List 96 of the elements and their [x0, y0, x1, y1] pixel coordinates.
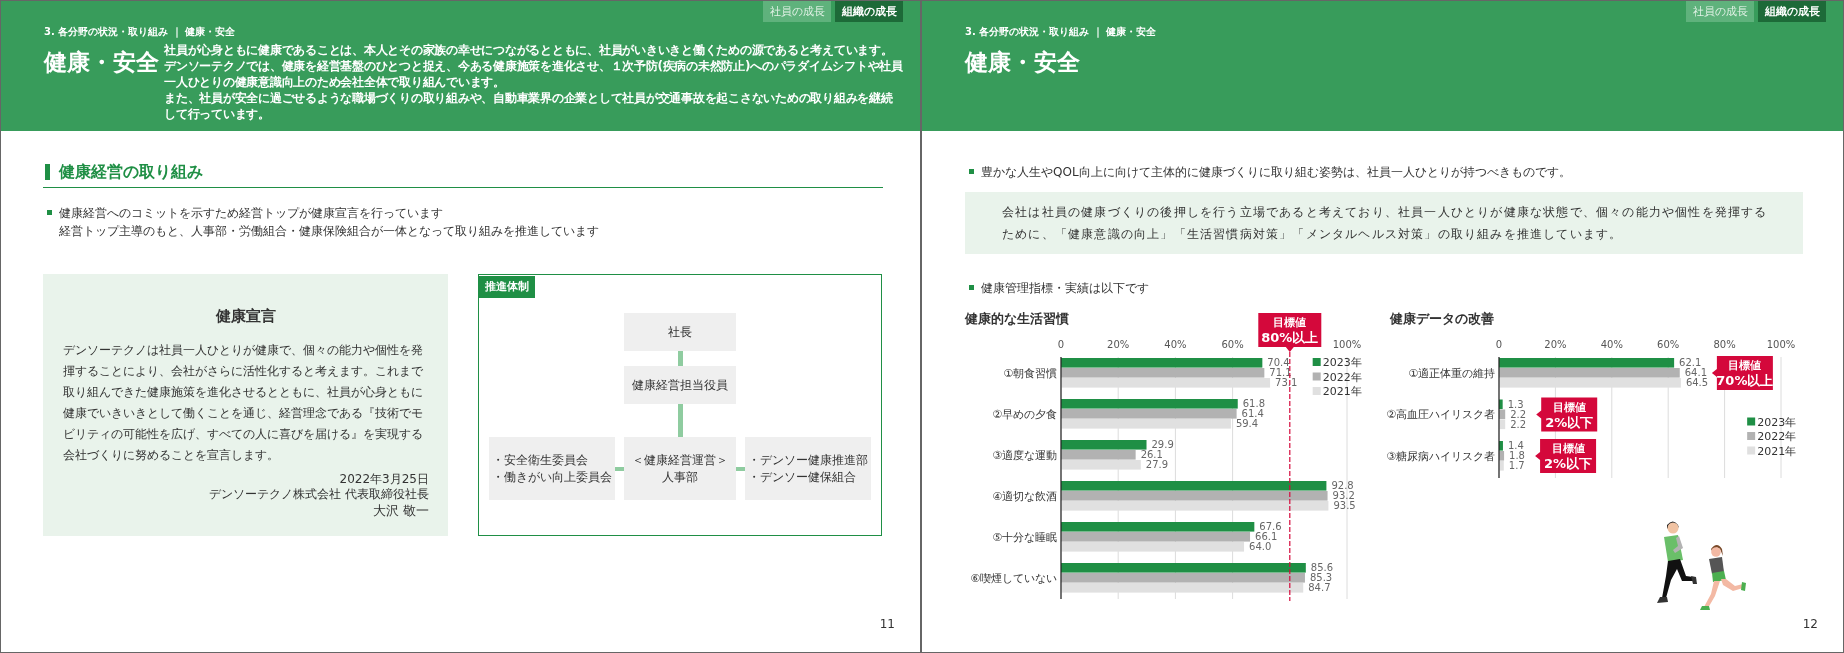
value-label: 66.1 — [1255, 531, 1278, 542]
value-label: 71.1 — [1269, 367, 1292, 378]
value-label: 64.0 — [1249, 541, 1272, 552]
category-label: ③適度な運動 — [992, 448, 1057, 462]
org-node: ・デンソー健康推進部 ・デンソー健保組合 — [745, 437, 871, 500]
org-node: 健康経営担当役員 — [624, 366, 736, 404]
value-label: 27.9 — [1145, 459, 1169, 470]
legend-label: 2022年 — [1322, 370, 1362, 384]
tick-label: 20% — [1544, 339, 1567, 350]
callout-text: 会社は社員の健康づくりの後押しを行う立場であると考えており、社員一人ひとりが健康な状態で、個々の能力や個性を発揮するために、「健康意識の向上」「生活習慣病対策」「メンタルヘルス対策」の取り組みを推進しています。 — [965, 192, 1803, 254]
panel-label: 推進体制 — [479, 276, 535, 298]
tick-label: 40% — [1600, 339, 1623, 350]
tick-label: 100% — [1766, 339, 1796, 350]
org-node: ＜健康経営運営＞ 人事部 — [624, 437, 736, 500]
chart-title: 健康データの改善 — [1390, 311, 1494, 326]
nav-tab[interactable]: 組織の成長 — [835, 1, 903, 22]
value-label: 67.6 — [1259, 521, 1282, 532]
bullet-text: 健康管理指標・実績は以下です — [981, 280, 1149, 297]
callout-box — [1258, 313, 1322, 352]
category-label: ③糖尿病ハイリスク者 — [1386, 449, 1495, 463]
value-label: 70.4 — [1267, 357, 1290, 368]
org-node: ・安全衛生委員会 ・働きがい向上委員会 — [489, 437, 615, 500]
tick-label: 80% — [1713, 339, 1736, 350]
value-label: 93.2 — [1332, 490, 1355, 501]
bullet-icon — [47, 210, 52, 215]
callout-title: 目標値 — [1551, 442, 1585, 455]
value-label: 85.6 — [1310, 562, 1334, 573]
callout-value: 2%以下 — [1545, 414, 1594, 430]
tick-label: 0 — [1495, 339, 1503, 350]
callout-box — [1536, 397, 1598, 432]
tick-label: 20% — [1107, 339, 1130, 350]
bullet-icon — [969, 285, 974, 290]
callout-title: 目標値 — [1273, 316, 1307, 329]
callout-box — [1711, 356, 1773, 390]
section-heading: 健康経営の取り組み — [59, 161, 203, 182]
breadcrumb: 3. 各分野の状況・取り組み ｜ 健康・安全 — [965, 25, 1157, 39]
category-label: ②高血圧ハイリスク者 — [1386, 408, 1495, 421]
value-label: 92.8 — [1331, 480, 1354, 491]
declaration-date: 2022年3月25日 — [339, 472, 429, 487]
callout-value: 70%以上 — [1716, 373, 1774, 388]
value-label: 62.1 — [1679, 357, 1702, 368]
value-label: 61.8 — [1242, 398, 1265, 409]
category-label: ①朝食習慣 — [1003, 366, 1057, 380]
value-label: 1.4 — [1507, 440, 1524, 451]
value-label: 2.2 — [1510, 418, 1527, 430]
page-number: 12 — [1802, 616, 1818, 632]
category-label: ④適切な飲酒 — [992, 489, 1057, 503]
page-number: 11 — [879, 616, 895, 632]
callout-title: 目標値 — [1552, 400, 1586, 414]
tick-label: 60% — [1221, 339, 1244, 350]
tick-label: 0 — [1057, 339, 1065, 350]
signer-title: デンソーテクノ株式会社 代表取締役社長 — [209, 487, 429, 502]
bullet-icon — [969, 169, 974, 174]
legend-label: 2021年 — [1757, 444, 1797, 458]
value-label: 73.1 — [1275, 377, 1298, 388]
page-title: 健康・安全 — [44, 48, 160, 76]
callout-value: 2%以下 — [1544, 456, 1593, 471]
value-label: 64.5 — [1685, 377, 1709, 388]
value-label: 59.4 — [1235, 418, 1259, 429]
signer-name: 大沢 敬一 — [372, 502, 429, 519]
value-label: 1.8 — [1509, 450, 1525, 461]
heading-bar-icon — [45, 163, 50, 180]
value-label: 1.3 — [1507, 398, 1524, 410]
value-label: 85.3 — [1309, 572, 1333, 583]
category-label: ⑥喫煙していない — [970, 571, 1057, 585]
value-label: 84.7 — [1308, 582, 1331, 593]
legend-label: 2023年 — [1322, 356, 1362, 369]
tick-label: 100% — [1332, 339, 1362, 350]
bullet-text: 健康経営へのコミットを示すため経営トップが健康宣言を行っています 経営トップ主導のもと、人事部・労働組合・健康保険組合が一体となって取り組みを推進しています — [59, 205, 599, 240]
category-label: ②早めの夕食 — [992, 407, 1057, 421]
legend-label: 2023年 — [1757, 415, 1797, 429]
category-label: ①適正体重の維持 — [1408, 366, 1495, 380]
callout-title: 目標値 — [1728, 359, 1762, 372]
breadcrumb: 3. 各分野の状況・取り組み ｜ 健康・安全 — [44, 25, 236, 39]
category-label: ⑤十分な睡眠 — [992, 530, 1057, 544]
org-node: 社長 — [624, 313, 736, 351]
declaration-text: デンソーテクノは社員一人ひとりが健康で、個々の能力や個性を発揮することにより、会社がさらに活性化すると考えます。これまで取り組んできた健康施策を進化させるとともに、社員が心身ともに健康でいきいきとして働くことを通じ、経営理念である『技術でモビリティの可能性を広げ、すべての人に喜びを届ける』を実現する会社づくりに努めることを宣言します。 — [63, 342, 424, 464]
intro-paragraph: 社員が心身ともに健康であることは、本人とその家族の幸せにつながるとともに、社員がいきいきと働くための源であると考えています。 デンソーテクノでは、健康を経営基盤のひとつと捉え、今ある健康施策を進化させ、１次予防(疾病の未然防止)へのパラダイムシフトや社員一人ひとりの健康意識向上のため会社全体で取り組んでいます。 また、社員が安全に過ごせるような職場づくりの取り組みや、自動車業界の企業として社員が交通事故を起こさないための取り組みを継続して行っています。 — [164, 42, 903, 122]
value-label: 1.7 — [1508, 460, 1525, 471]
chart-title: 健康的な生活習慣 — [965, 311, 1069, 326]
value-label: 2.2 — [1510, 408, 1527, 420]
value-label: 93.5 — [1333, 500, 1356, 511]
legend-label: 2021年 — [1322, 385, 1362, 398]
bullet-text: 豊かな人生やQOL向上に向けて主体的に健康づくりに取り組む姿勢は、社員一人ひとりが持つべきものです。 — [981, 164, 1571, 181]
value-label: 29.9 — [1151, 439, 1174, 450]
tick-label: 40% — [1164, 339, 1187, 350]
value-label: 61.4 — [1241, 408, 1264, 419]
value-label: 26.1 — [1140, 449, 1163, 460]
nav-tab[interactable]: 組織の成長 — [1758, 1, 1826, 22]
tick-label: 60% — [1657, 339, 1680, 350]
callout-box — [1535, 439, 1597, 473]
declaration-title: 健康宣言 — [214, 306, 277, 326]
page-title: 健康・安全 — [965, 48, 1081, 76]
callout-value: 80%以上 — [1261, 330, 1319, 345]
legend-label: 2022年 — [1757, 430, 1797, 443]
value-label: 64.1 — [1684, 367, 1708, 378]
